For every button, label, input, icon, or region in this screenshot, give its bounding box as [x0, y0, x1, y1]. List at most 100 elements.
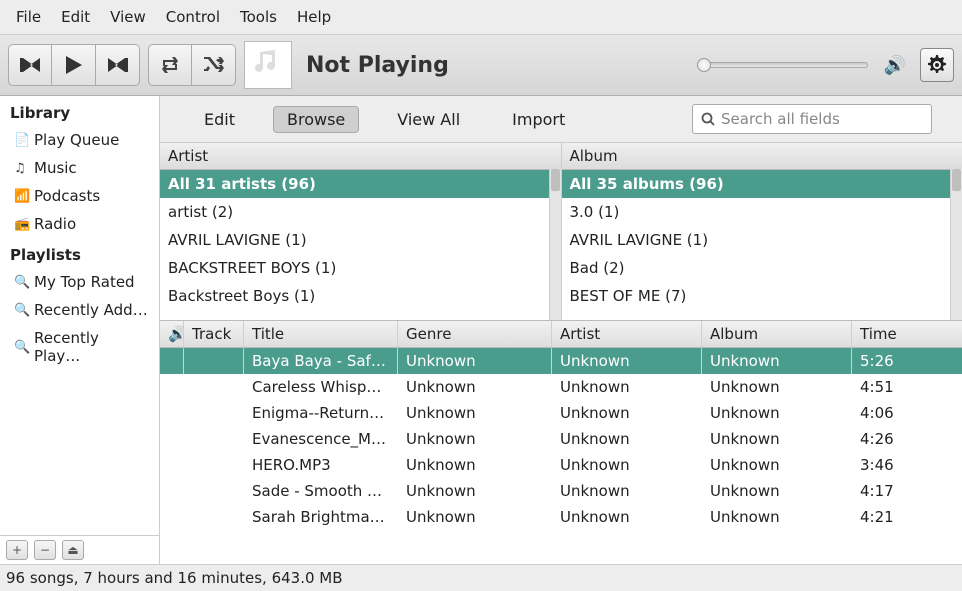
col-title[interactable]: Title	[244, 321, 398, 347]
cell-play	[160, 400, 184, 426]
artist-browser-header[interactable]: Artist	[160, 143, 561, 170]
cell-title: Evanescence_M…	[244, 426, 398, 452]
eject-button[interactable]: ⏏	[62, 540, 84, 560]
col-artist[interactable]: Artist	[552, 321, 702, 347]
artist-list[interactable]: All 31 artists (96)artist (2)AVRIL LAVIG…	[160, 170, 561, 320]
sidebar-library-item-2[interactable]: 📶 Podcasts	[0, 182, 159, 210]
viewbar-browse[interactable]: Browse	[273, 106, 359, 133]
cell-artist: Unknown	[552, 504, 702, 530]
album-row[interactable]: BEST OF ME (7)	[562, 282, 962, 310]
track-row[interactable]: Sade - Smooth …UnknownUnknownUnknown4:17	[160, 478, 962, 504]
menubar: FileEditViewControlToolsHelp	[0, 0, 962, 34]
cell-title: Sarah Brightma…	[244, 504, 398, 530]
volume-slider[interactable]	[698, 62, 868, 68]
sidebar-library-item-icon: 📻	[14, 217, 28, 232]
cell-artist: Unknown	[552, 374, 702, 400]
col-playing[interactable]: 🔊	[160, 321, 184, 347]
col-time[interactable]: Time	[852, 321, 952, 347]
track-row[interactable]: HERO.MP3UnknownUnknownUnknown3:46	[160, 452, 962, 478]
search-icon	[701, 112, 715, 126]
sidebar-actions: + − ⏏	[0, 535, 159, 564]
search-box[interactable]	[692, 104, 932, 134]
sidebar-playlist-item-label: My Top Rated	[34, 273, 135, 291]
col-genre[interactable]: Genre	[398, 321, 552, 347]
track-row[interactable]: Careless Whisp…UnknownUnknownUnknown4:51	[160, 374, 962, 400]
library-heading: Library	[0, 96, 159, 126]
artist-row[interactable]: All 31 artists (96)	[160, 170, 561, 198]
cell-album: Unknown	[702, 374, 852, 400]
viewbar-import[interactable]: Import	[498, 106, 579, 133]
sidebar-library-item-3[interactable]: 📻Radio	[0, 210, 159, 238]
track-row[interactable]: Baya Baya - Saf…UnknownUnknownUnknown5:2…	[160, 348, 962, 374]
artist-row[interactable]: BACKSTREET BOYS (1)	[160, 254, 561, 282]
artist-scrollbar[interactable]	[549, 169, 561, 320]
shuffle-button[interactable]	[192, 44, 236, 86]
track-row[interactable]: Enigma--Return…UnknownUnknownUnknown4:06	[160, 400, 962, 426]
mode-buttons	[148, 44, 236, 86]
previous-button[interactable]	[8, 44, 52, 86]
cell-artist: Unknown	[552, 426, 702, 452]
sidebar-playlist-item-icon: 🔍	[14, 340, 28, 355]
cell-genre: Unknown	[398, 374, 552, 400]
artist-row[interactable]: artist (2)	[160, 198, 561, 226]
cell-album: Unknown	[702, 348, 852, 374]
album-row[interactable]: Bad (2)	[562, 254, 962, 282]
cell-artist: Unknown	[552, 348, 702, 374]
sidebar-playlist-item-icon: 🔍	[14, 275, 28, 290]
col-track[interactable]: Track	[184, 321, 244, 347]
sidebar-playlist-item-icon: 🔍	[14, 303, 28, 318]
album-scrollbar[interactable]	[950, 169, 962, 320]
album-browser-header[interactable]: Album	[562, 143, 962, 170]
artist-row[interactable]: AVRIL LAVIGNE (1)	[160, 226, 561, 254]
cell-album: Unknown	[702, 426, 852, 452]
play-button[interactable]	[52, 44, 96, 86]
sidebar-playlist-item-1[interactable]: 🔍Recently Add…	[0, 296, 159, 324]
next-button[interactable]	[96, 44, 140, 86]
album-browser: Album All 35 albums (96)3.0 (1)AVRIL LAV…	[562, 143, 962, 320]
sidebar-playlist-item-0[interactable]: 🔍 My Top Rated	[0, 268, 159, 296]
now-playing-label: Not Playing	[306, 53, 449, 78]
cell-title: Careless Whisp…	[244, 374, 398, 400]
cell-play	[160, 504, 184, 530]
cell-play	[160, 478, 184, 504]
menu-view[interactable]: View	[102, 4, 154, 30]
repeat-button[interactable]	[148, 44, 192, 86]
menu-help[interactable]: Help	[289, 4, 339, 30]
sidebar-playlist-item-2[interactable]: 🔍 Recently Play…	[0, 324, 159, 370]
sidebar-playlist-item-label: Recently Play…	[34, 329, 149, 365]
cell-time: 3:46	[852, 452, 952, 478]
album-list[interactable]: All 35 albums (96)3.0 (1)AVRIL LAVIGNE (…	[562, 170, 962, 320]
album-row[interactable]: AVRIL LAVIGNE (1)	[562, 226, 962, 254]
cell-play	[160, 374, 184, 400]
track-table-header[interactable]: 🔊 Track Title Genre Artist Album Time	[160, 321, 962, 348]
search-input[interactable]	[721, 110, 923, 128]
menu-edit[interactable]: Edit	[53, 4, 98, 30]
content: Edit Browse View All Import Artist All 3…	[160, 96, 962, 564]
menu-tools[interactable]: Tools	[232, 4, 285, 30]
album-row[interactable]: All 35 albums (96)	[562, 170, 962, 198]
cell-album: Unknown	[702, 452, 852, 478]
sidebar-library-item-icon: 📶	[14, 189, 28, 204]
menu-file[interactable]: File	[8, 4, 49, 30]
menu-control[interactable]: Control	[158, 4, 228, 30]
viewbar-edit[interactable]: Edit	[190, 106, 249, 133]
album-row[interactable]: 3.0 (1)	[562, 198, 962, 226]
add-playlist-button[interactable]: +	[6, 540, 28, 560]
cell-time: 4:21	[852, 504, 952, 530]
col-album[interactable]: Album	[702, 321, 852, 347]
sidebar-library-item-1[interactable]: ♫Music	[0, 154, 159, 182]
cell-title: Sade - Smooth …	[244, 478, 398, 504]
volume-thumb[interactable]	[697, 58, 711, 72]
cell-title: Baya Baya - Saf…	[244, 348, 398, 374]
cell-time: 4:06	[852, 400, 952, 426]
viewbar-viewall[interactable]: View All	[383, 106, 474, 133]
sidebar-library-item-label: Podcasts	[34, 187, 100, 205]
track-row[interactable]: Sarah Brightma…UnknownUnknownUnknown4:21	[160, 504, 962, 530]
viewbar: Edit Browse View All Import	[160, 96, 962, 143]
track-row[interactable]: Evanescence_M…UnknownUnknownUnknown4:26	[160, 426, 962, 452]
remove-playlist-button[interactable]: −	[34, 540, 56, 560]
sidebar-library-item-0[interactable]: 📄Play Queue	[0, 126, 159, 154]
cell-genre: Unknown	[398, 400, 552, 426]
settings-button[interactable]	[920, 48, 954, 82]
artist-row[interactable]: Backstreet Boys (1)	[160, 282, 561, 310]
